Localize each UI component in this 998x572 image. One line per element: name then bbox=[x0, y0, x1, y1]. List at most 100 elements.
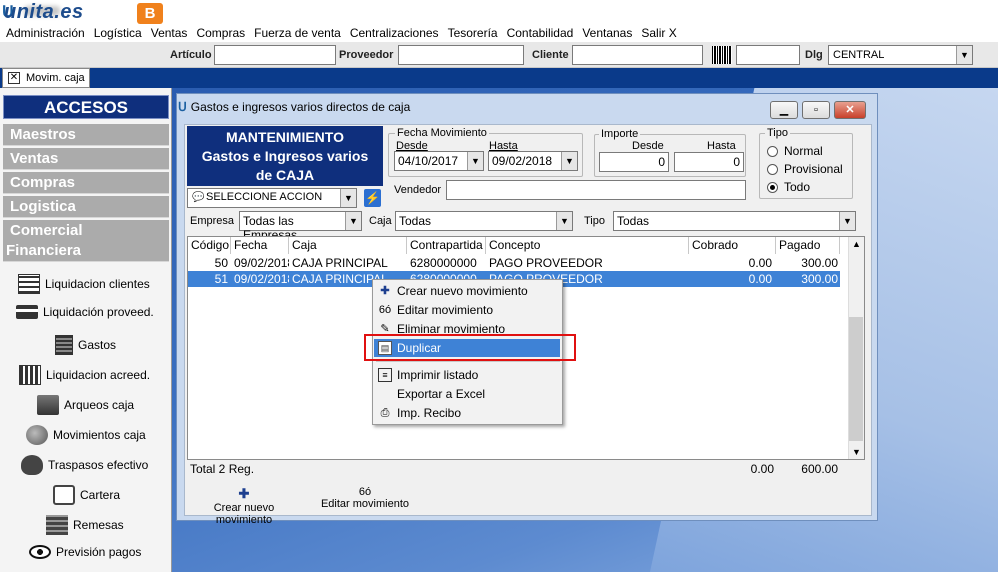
tipo-radio-normal[interactable]: Normal bbox=[767, 144, 823, 158]
dialog-title-text: Gastos e ingresos varios directos de caj… bbox=[190, 100, 411, 114]
menu-administracion[interactable]: Administración bbox=[6, 26, 85, 40]
menu-item-label: Imprimir listado bbox=[397, 368, 479, 382]
menu-item-imp-recibo[interactable]: ⎙ Imp. Recibo bbox=[374, 404, 560, 422]
cash-register-icon bbox=[37, 395, 59, 415]
scroll-down-icon[interactable]: ▼ bbox=[852, 447, 861, 457]
cell-concepto: PAGO PROVEEDOR bbox=[489, 256, 603, 270]
radio-dot bbox=[767, 145, 778, 157]
menu-item-crear-nuevo-movimiento[interactable]: ✚ Crear nuevo movimiento bbox=[374, 282, 560, 300]
close-window-button[interactable]: ✕ bbox=[834, 101, 866, 119]
cell-fecha: 09/02/2018 bbox=[234, 272, 289, 286]
total-pagado: 600.00 bbox=[801, 462, 838, 476]
articulo-label: Artículo bbox=[170, 49, 212, 61]
caja-select[interactable]: Todas ▼ bbox=[395, 211, 573, 231]
blogger-icon[interactable]: B bbox=[137, 3, 163, 24]
calculator-icon bbox=[18, 274, 40, 294]
col-header-pagado[interactable]: Pagado bbox=[776, 237, 840, 254]
cell-codigo: 51 bbox=[214, 272, 228, 286]
caja-value: Todas bbox=[399, 214, 432, 228]
tab-movim-caja[interactable]: ✕ Movim. caja bbox=[2, 68, 90, 88]
editar-movimiento-button[interactable]: 6ó Editar movimiento bbox=[320, 486, 410, 510]
menu-item-label: Exportar a Excel bbox=[397, 387, 486, 401]
sidebar-item-cartera[interactable]: Cartera bbox=[53, 485, 120, 505]
barcode-input[interactable] bbox=[736, 45, 800, 65]
sidebar-item-liquidacion-clientes[interactable]: Liquidacion clientes bbox=[18, 274, 150, 294]
importe-desde-value: 0 bbox=[658, 155, 665, 169]
crear-nuevo-movimiento-button[interactable]: ✚ Crear nuevo movimiento bbox=[186, 486, 302, 526]
sidebar-item-prevision-pagos[interactable]: Previsión pagos bbox=[29, 545, 141, 559]
tipo-select[interactable]: Todas ▼ bbox=[613, 211, 856, 231]
menu-centralizaciones[interactable]: Centralizaciones bbox=[350, 26, 439, 40]
menu-logistica[interactable]: Logística bbox=[94, 26, 142, 40]
proveedor-input[interactable] bbox=[398, 45, 524, 65]
menu-fuerza-de-venta[interactable]: Fuerza de venta bbox=[254, 26, 341, 40]
sidebar-title: ACCESOS RAPIDOS bbox=[3, 95, 169, 141]
banner-line-2: Gastos e Ingresos varios bbox=[201, 148, 369, 164]
sidebar-section-financiera[interactable]: Financiera bbox=[3, 240, 169, 262]
menu-ventanas[interactable]: Ventanas bbox=[582, 26, 632, 40]
sidebar-item-traspasos-efectivo[interactable]: Traspasos efectivo bbox=[21, 455, 148, 475]
proveedor-label: Proveedor bbox=[339, 49, 394, 61]
menu-item-exportar-excel[interactable]: Exportar a Excel bbox=[374, 385, 560, 403]
sidebar-item-arqueos-caja[interactable]: Arqueos caja bbox=[37, 395, 134, 415]
col-header-concepto[interactable]: Concepto bbox=[486, 237, 689, 254]
minimize-button[interactable]: ▁ bbox=[770, 101, 798, 119]
sidebar-section-maestros[interactable]: Maestros bbox=[3, 124, 169, 146]
importe-desde-input[interactable]: 0 bbox=[599, 152, 669, 172]
importe-hasta-label: Hasta bbox=[707, 140, 736, 152]
banner: MANTENIMIENTO Gastos e Ingresos varios d… bbox=[187, 126, 383, 186]
action-select[interactable]: 💬 SELECCIONE ACCION ▼ bbox=[187, 188, 357, 208]
menu-item-editar-movimiento[interactable]: 6ó Editar movimiento bbox=[374, 301, 560, 319]
sidebar-item-remesas[interactable]: Remesas bbox=[46, 515, 124, 535]
close-icon[interactable]: ✕ bbox=[8, 72, 20, 84]
col-header-fecha[interactable]: Fecha bbox=[231, 237, 289, 254]
menu-salir[interactable]: Salir X bbox=[641, 26, 676, 40]
chevron-down-icon: ▼ bbox=[556, 212, 572, 230]
tipo-radio-todo[interactable]: Todo bbox=[767, 180, 810, 194]
cell-contrapartida: 6280000000 bbox=[410, 256, 477, 270]
menu-item-label: Crear nuevo movimiento bbox=[397, 284, 528, 298]
menu-item-imprimir-listado[interactable]: ≡ Imprimir listado bbox=[374, 366, 560, 384]
col-header-codigo[interactable]: Código bbox=[188, 237, 231, 254]
menu-tesoreria[interactable]: Tesorería bbox=[448, 26, 498, 40]
sidebar-item-label: Liquidacion acreed. bbox=[46, 368, 151, 382]
window-app-icon: ᑌ bbox=[178, 100, 187, 114]
maximize-button[interactable]: ▫ bbox=[802, 101, 830, 119]
cell-pagado: 300.00 bbox=[801, 256, 838, 270]
col-header-cobrado[interactable]: Cobrado bbox=[689, 237, 776, 254]
menu-compras[interactable]: Compras bbox=[196, 26, 245, 40]
cell-fecha: 09/02/2018 bbox=[234, 256, 289, 270]
sidebar-section-logistica[interactable]: Logistica bbox=[3, 196, 169, 218]
dlg-value: CENTRAL bbox=[833, 49, 885, 61]
importe-hasta-input[interactable]: 0 bbox=[674, 152, 744, 172]
radio-label: Todo bbox=[784, 180, 811, 194]
vendedor-input[interactable] bbox=[446, 180, 746, 200]
sidebar-item-liquidacion-acreed[interactable]: Liquidacion acreed. bbox=[19, 365, 150, 385]
sidebar-section-comercial[interactable]: Comercial bbox=[3, 220, 169, 242]
sidebar-item-liquidacion-proveed[interactable]: Liquidación proveed. bbox=[16, 305, 154, 319]
dlg-select[interactable]: CENTRAL ▼ bbox=[828, 45, 973, 65]
lightning-icon[interactable]: ⚡ bbox=[364, 189, 381, 207]
tipo-radio-provisional[interactable]: Provisional bbox=[767, 162, 843, 176]
coins-icon bbox=[26, 425, 48, 445]
cliente-input[interactable] bbox=[572, 45, 703, 65]
radio-label: Normal bbox=[784, 144, 823, 158]
importe-desde-label: Desde bbox=[632, 140, 664, 152]
scroll-up-icon[interactable]: ▲ bbox=[852, 239, 861, 249]
sidebar-section-compras[interactable]: Compras bbox=[3, 172, 169, 194]
empresa-select[interactable]: Todas las Empresas ▼ bbox=[239, 211, 362, 242]
menu-ventas[interactable]: Ventas bbox=[151, 26, 188, 40]
col-header-contrapartida[interactable]: Contrapartida bbox=[407, 237, 486, 254]
table-row[interactable]: 50 09/02/2018 CAJA PRINCIPAL 6280000000 … bbox=[188, 255, 840, 271]
menu-contabilidad[interactable]: Contabilidad bbox=[507, 26, 574, 40]
fecha-desde-input[interactable]: 04/10/2017 ▼ bbox=[394, 151, 484, 171]
fecha-hasta-input[interactable]: 09/02/2018 ▼ bbox=[488, 151, 578, 171]
menu-item-label: Imp. Recibo bbox=[397, 406, 462, 420]
scrollbar-thumb[interactable] bbox=[849, 317, 863, 441]
col-header-caja[interactable]: Caja bbox=[289, 237, 407, 254]
sidebar-item-movimientos-caja[interactable]: Movimientos caja bbox=[26, 425, 146, 445]
articulo-input[interactable] bbox=[214, 45, 336, 65]
sidebar-item-gastos[interactable]: Gastos bbox=[55, 335, 116, 355]
barcode-icon[interactable] bbox=[712, 46, 732, 64]
sidebar-section-ventas[interactable]: Ventas bbox=[3, 148, 169, 170]
